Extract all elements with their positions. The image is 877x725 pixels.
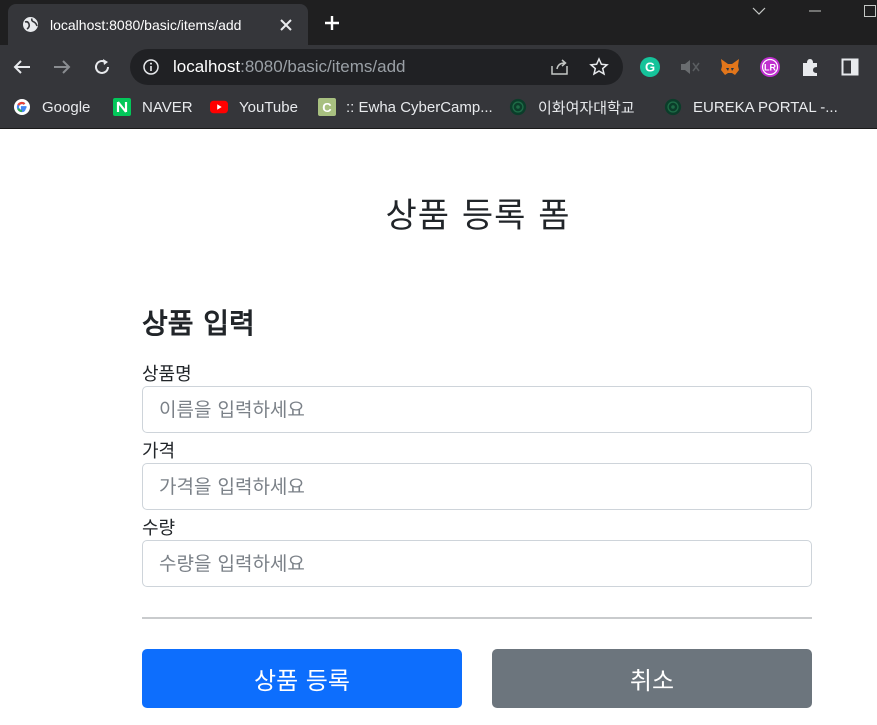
bookmark-youtube[interactable]: YouTube: [210, 96, 298, 118]
item-name-label: 상품명: [142, 364, 192, 385]
ewha-icon: [509, 98, 527, 116]
bookmark-cybercampus[interactable]: C :: Ewha CyberCamp...: [318, 96, 493, 118]
youtube-icon: [210, 98, 228, 116]
reload-icon[interactable]: [90, 55, 114, 79]
bookmark-ewha[interactable]: 이화여자대학교: [509, 96, 635, 118]
bookmark-google[interactable]: Google: [13, 96, 90, 118]
url-host: localhost: [173, 57, 241, 76]
bookmark-naver[interactable]: NAVER: [113, 96, 193, 118]
bookmark-label: YouTube: [239, 98, 298, 116]
bookmark-star-icon[interactable]: [589, 57, 609, 77]
price-input[interactable]: [142, 463, 812, 510]
globe-icon: [22, 16, 39, 33]
active-tab[interactable]: localhost:8080/basic/items/add: [8, 4, 308, 45]
url-text: localhost:8080/basic/items/add: [173, 57, 406, 77]
bookmarks-bar: Google NAVER YouTube C :: Ewha CyberCamp…: [0, 89, 877, 129]
tab-title: localhost:8080/basic/items/add: [50, 16, 242, 33]
bookmark-label: EUREKA PORTAL -...: [693, 98, 838, 116]
mute-icon[interactable]: [679, 56, 701, 78]
metamask-icon[interactable]: [719, 56, 741, 78]
minimize-icon[interactable]: [800, 0, 830, 22]
section-title: 상품 입력: [142, 307, 255, 340]
new-tab-icon[interactable]: [320, 11, 344, 35]
form-divider: [142, 617, 812, 619]
svg-text:C: C: [322, 100, 332, 115]
google-icon: [13, 98, 31, 116]
grammarly-icon[interactable]: G: [639, 56, 661, 78]
maximize-icon[interactable]: [855, 0, 877, 22]
item-name-input[interactable]: [142, 386, 812, 433]
address-bar[interactable]: localhost:8080/basic/items/add: [130, 49, 623, 85]
svg-text:G: G: [645, 60, 655, 75]
forward-arrow-icon[interactable]: [50, 55, 74, 79]
browser-toolbar: localhost:8080/basic/items/add G LR: [0, 45, 877, 89]
naver-icon: [113, 98, 131, 116]
cancel-button[interactable]: 취소: [492, 649, 812, 708]
bookmark-eureka[interactable]: EUREKA PORTAL -...: [664, 96, 838, 118]
url-path: :8080/basic/items/add: [240, 57, 406, 76]
bookmark-label: :: Ewha CyberCamp...: [346, 98, 493, 116]
submit-button[interactable]: 상품 등록: [142, 649, 462, 708]
bookmark-label: 이화여자대학교: [538, 99, 635, 117]
page-title: 상품 등록 폼: [385, 196, 571, 236]
back-arrow-icon[interactable]: [10, 55, 34, 79]
puzzle-icon[interactable]: [799, 56, 821, 78]
quantity-label: 수량: [142, 518, 176, 539]
svg-text:LR: LR: [764, 63, 776, 73]
eureka-icon: [664, 98, 682, 116]
close-tab-icon[interactable]: [276, 15, 296, 35]
sidepanel-icon[interactable]: [839, 56, 861, 78]
tab-search-icon[interactable]: [744, 0, 774, 22]
share-icon[interactable]: [550, 57, 570, 77]
lr-icon[interactable]: LR: [759, 56, 781, 78]
bookmark-label: NAVER: [142, 98, 193, 116]
price-label: 가격: [142, 441, 176, 462]
bookmark-label: Google: [42, 98, 91, 116]
site-info-icon[interactable]: [142, 58, 160, 76]
tab-strip: localhost:8080/basic/items/add: [0, 0, 877, 45]
quantity-input[interactable]: [142, 540, 812, 587]
cybercampus-icon: C: [318, 98, 336, 116]
